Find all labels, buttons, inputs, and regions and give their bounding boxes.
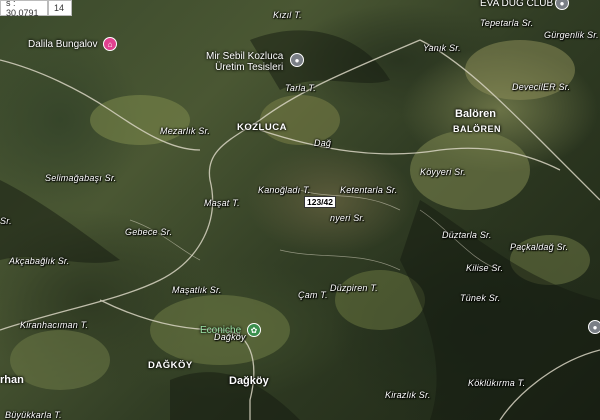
- poi-label-eva[interactable]: EVA DÜĞ CLUB: [480, 0, 553, 9]
- park-icon[interactable]: ✿: [247, 323, 261, 337]
- lodging-icon[interactable]: ⌂: [103, 37, 117, 51]
- street-label: Çam T.: [298, 290, 328, 300]
- street-label: Yanık Sr.: [423, 43, 461, 53]
- street-label: Tepetarla Sr.: [480, 18, 534, 28]
- parcel-marker[interactable]: 123/42: [304, 196, 336, 208]
- place-rhan: rhan: [0, 374, 24, 386]
- street-label: Kanoğladı T.: [258, 185, 311, 195]
- satellite-map[interactable]: s : 30.0791 14 Dalila Bungalov ⌂ Mir Seb…: [0, 0, 600, 420]
- poi-label-dalila[interactable]: Dalila Bungalov: [28, 39, 98, 50]
- street-label: Gebece Sr.: [125, 227, 173, 237]
- street-label: Düzpiren T.: [330, 283, 378, 293]
- street-label: Kilise Sr.: [466, 263, 504, 273]
- street-label: Tünek Sr.: [460, 293, 501, 303]
- coordinates-readout: s : 30.0791: [0, 0, 48, 18]
- street-label: nyeri Sr.: [330, 213, 365, 223]
- street-label: Maşat T.: [204, 198, 240, 208]
- street-label: Köyyeri Sr.: [420, 167, 466, 177]
- street-label: Kızıl T.: [273, 10, 302, 20]
- poi-label-sebil[interactable]: Mir Sebil Kozluca Üretim Tesisleri: [206, 51, 283, 73]
- street-label: Paçkaldağ Sr.: [510, 242, 569, 252]
- place-baloren-caps: BALÖREN: [453, 124, 501, 134]
- street-label: Akçabağlık Sr.: [9, 256, 70, 266]
- place-icon[interactable]: ●: [588, 320, 600, 334]
- street-label: Dağ: [314, 138, 332, 148]
- place-dagkoy: Dağköy: [229, 375, 269, 387]
- street-label: Kirazlık Sr.: [385, 390, 431, 400]
- zoom-level-readout: 14: [48, 0, 72, 16]
- street-label: Ketentarla Sr.: [340, 185, 398, 195]
- street-label: Sr.: [0, 216, 12, 226]
- street-label: Gürgenlik Sr.: [544, 30, 599, 40]
- place-kozluca: KOZLUCA: [237, 122, 287, 133]
- street-label: Köklükırma T.: [468, 378, 526, 388]
- street-label: DevecilER Sr.: [512, 82, 571, 92]
- place-baloren: Balören: [455, 108, 496, 120]
- street-label: Selimağabaşı Sr.: [45, 173, 117, 183]
- place-dagkoy-caps: DAĞKÖY: [148, 360, 193, 371]
- street-label: Büyükkarla T.: [5, 410, 62, 420]
- street-label: Tarla T.: [285, 83, 316, 93]
- street-label: Maşatlık Sr.: [172, 285, 222, 295]
- street-label: Dağköy: [214, 332, 246, 342]
- street-label: Kiranhacıman T.: [20, 320, 89, 330]
- factory-icon[interactable]: ●: [290, 53, 304, 67]
- street-label: Düztarla Sr.: [442, 230, 492, 240]
- street-label: Mezarlık Sr.: [160, 126, 211, 136]
